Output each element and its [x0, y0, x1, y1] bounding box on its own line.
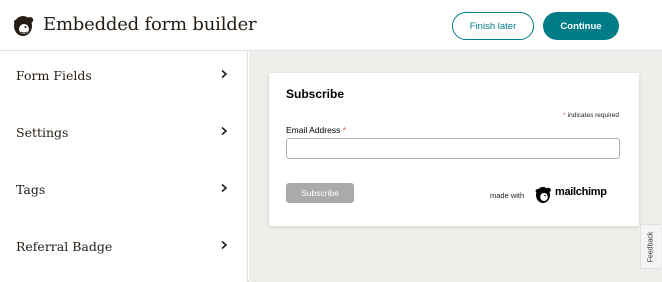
email-field[interactable]	[286, 138, 620, 159]
sidebar-item-tags[interactable]: Tags	[0, 165, 248, 222]
sidebar-item-referral-badge[interactable]: Referral Badge	[0, 222, 248, 279]
mailchimp-wordmark: mailchimp	[555, 186, 607, 198]
page-title: Embedded form builder	[43, 14, 257, 35]
feedback-label: Feedback	[647, 231, 655, 262]
made-with-text: made with	[490, 191, 525, 200]
feedback-tab[interactable]: Feedback	[640, 224, 661, 269]
form-preview-area: Subscribe * indicates required Email Add…	[249, 51, 662, 282]
mailchimp-referral-badge[interactable]: mailchimp	[533, 182, 617, 206]
sidebar-item-settings[interactable]: Settings	[0, 108, 248, 165]
continue-button[interactable]: Continue	[543, 12, 619, 40]
top-bar: Embedded form builder Finish later Conti…	[0, 0, 662, 51]
email-field-label: Email Address *	[286, 125, 346, 135]
form-preview-card: Subscribe * indicates required Email Add…	[269, 73, 639, 226]
email-label-text: Email Address	[286, 125, 341, 135]
required-note: * indicates required	[563, 112, 619, 119]
subscribe-button[interactable]: Subscribe	[286, 183, 354, 203]
sidebar-item-label: Tags	[16, 182, 46, 197]
required-note-text: indicates required	[567, 112, 619, 119]
sidebar-item-form-fields[interactable]: Form Fields	[0, 51, 248, 108]
chevron-right-icon	[221, 69, 228, 79]
sidebar: Form Fields Settings Tags Referral Badge	[0, 51, 248, 282]
required-asterisk: *	[563, 112, 566, 119]
sidebar-item-label: Settings	[16, 125, 69, 140]
chevron-right-icon	[221, 183, 228, 193]
mailchimp-logo-icon	[14, 16, 34, 36]
finish-later-button[interactable]: Finish later	[452, 12, 534, 40]
chevron-right-icon	[221, 126, 228, 136]
chevron-right-icon	[221, 240, 228, 250]
sidebar-item-label: Referral Badge	[16, 239, 113, 254]
mailchimp-freddie-icon	[535, 187, 551, 203]
form-title: Subscribe	[286, 87, 345, 101]
sidebar-item-label: Form Fields	[16, 68, 92, 83]
email-required-asterisk: *	[342, 125, 347, 135]
